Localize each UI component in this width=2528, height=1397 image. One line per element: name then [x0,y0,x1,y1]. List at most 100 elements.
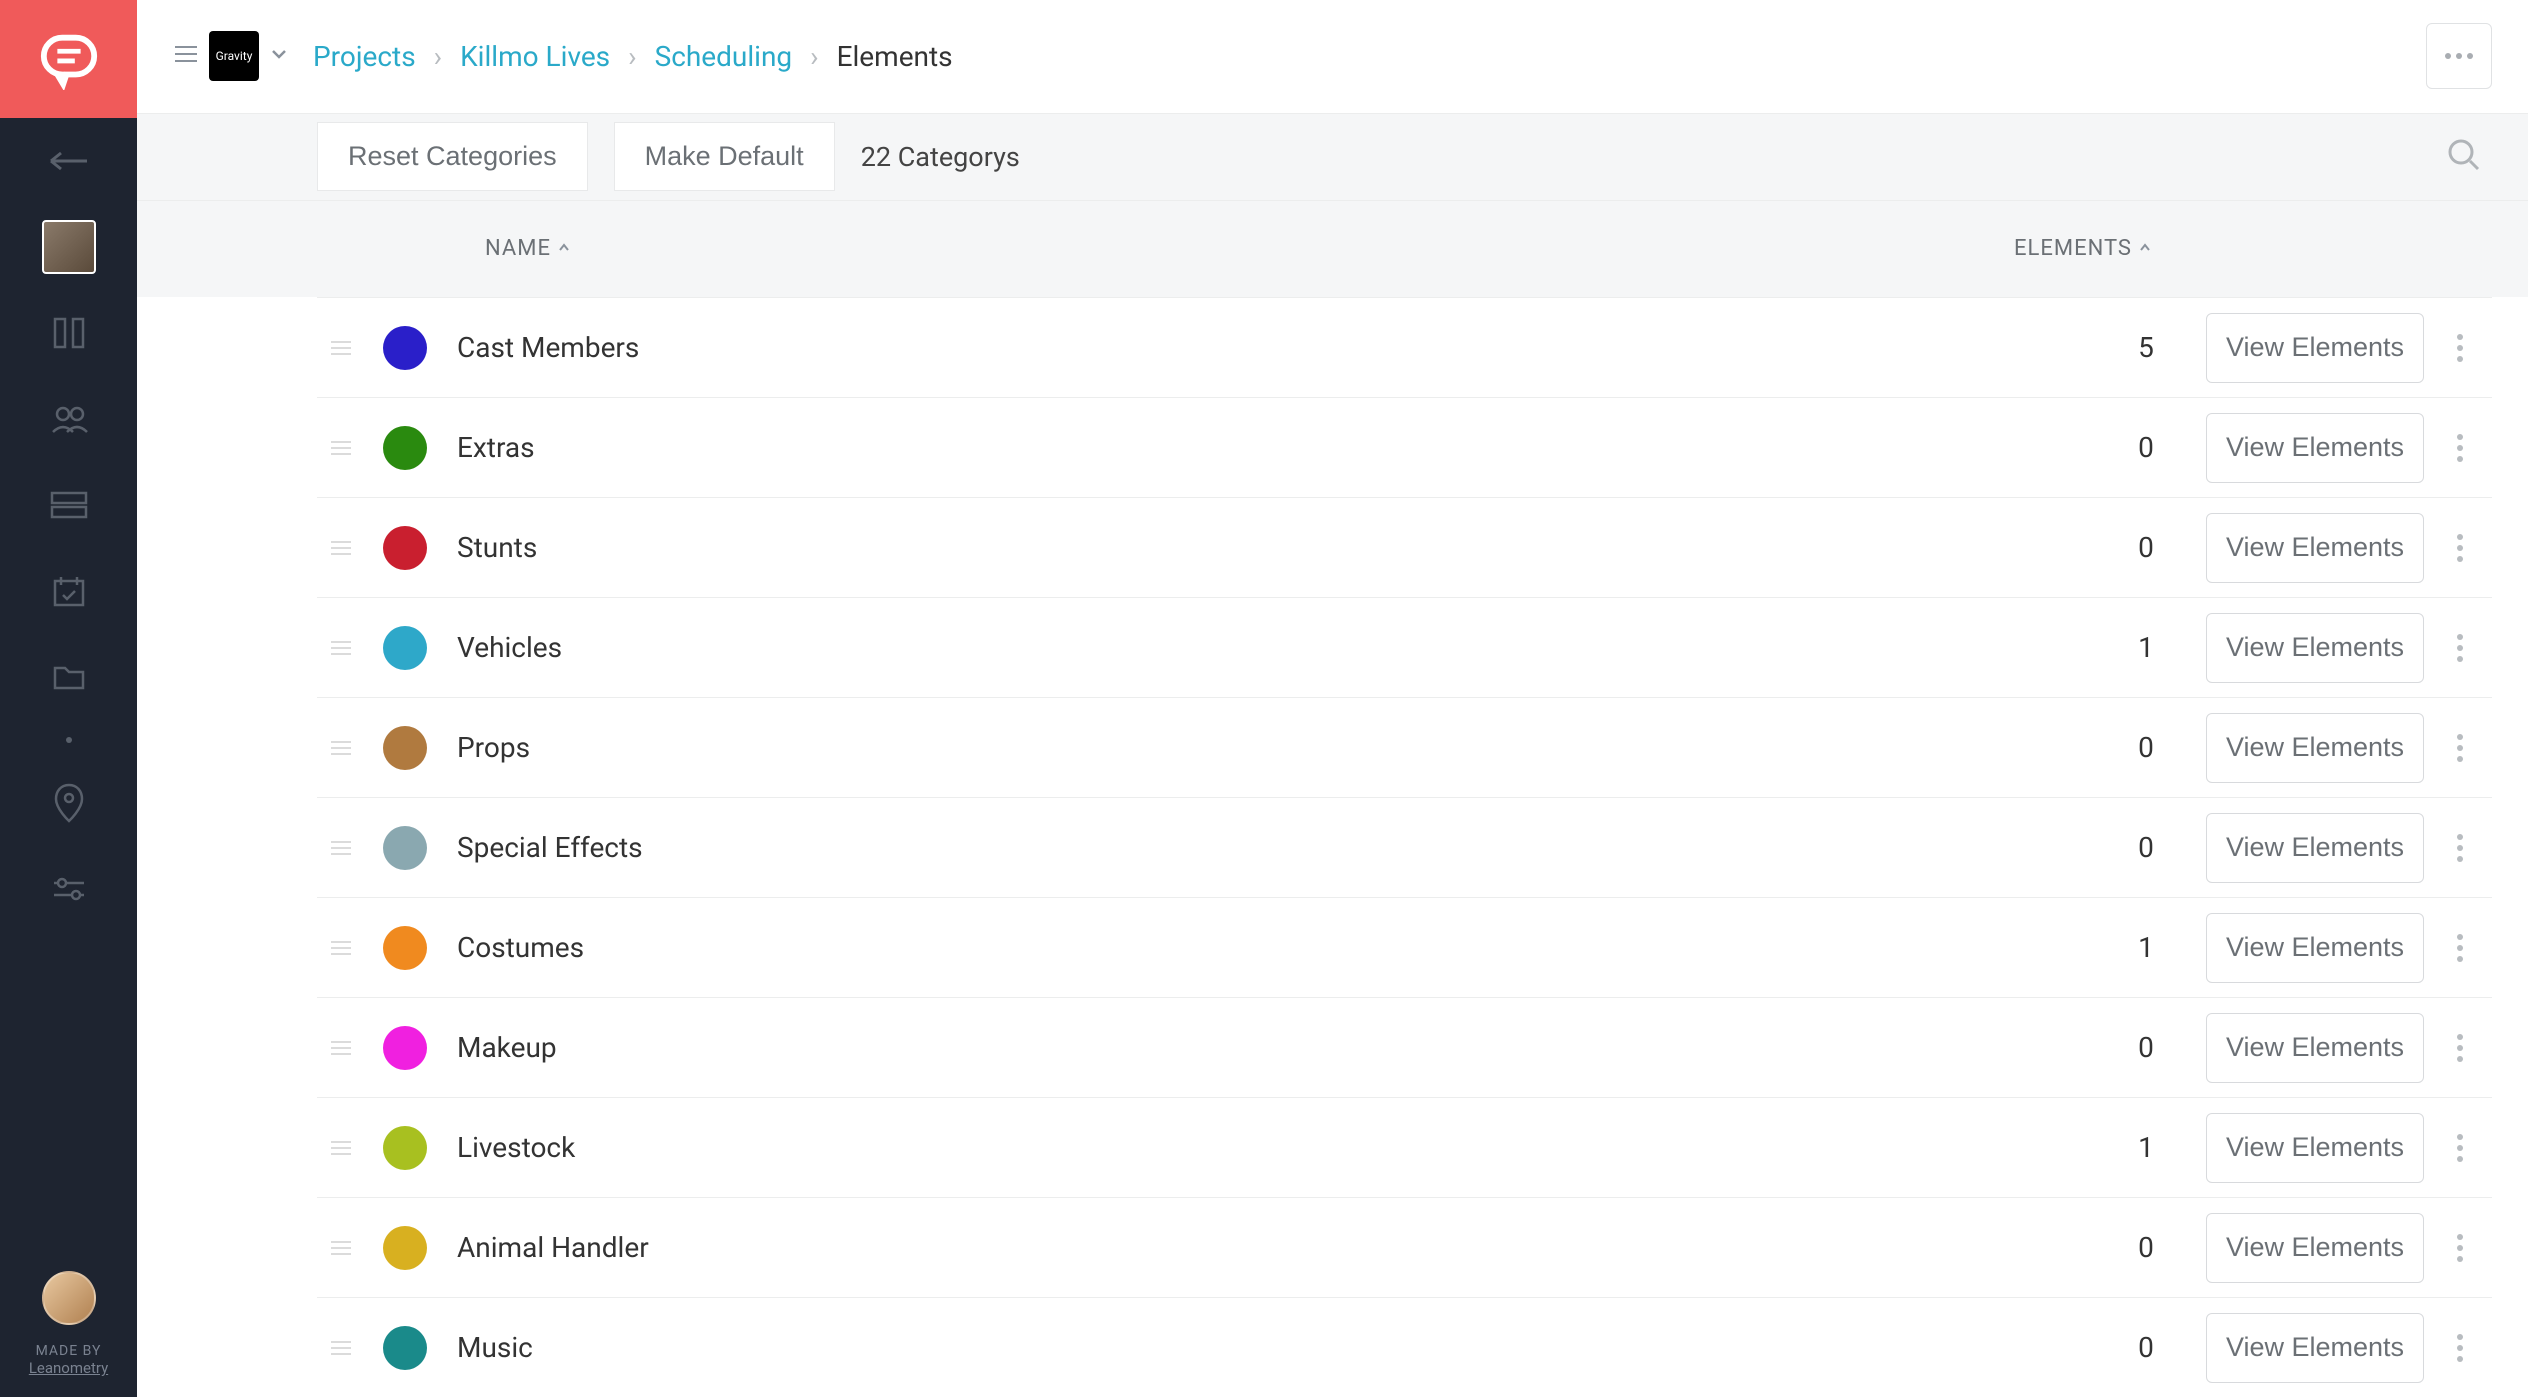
drag-handle-icon[interactable] [317,339,365,357]
element-count: 0 [2086,1231,2206,1264]
drag-handle-icon[interactable] [317,539,365,557]
view-elements-button[interactable]: View Elements [2206,613,2424,683]
nav-list-icon[interactable] [0,462,137,548]
element-count: 0 [2086,431,2206,464]
drag-handle-icon[interactable] [317,1039,365,1057]
drag-handle-icon[interactable] [317,1339,365,1357]
nav-back[interactable] [0,118,137,204]
table-row: Makeup 0 View Elements [317,997,2492,1097]
view-elements-button[interactable]: View Elements [2206,313,2424,383]
view-elements-button[interactable]: View Elements [2206,1013,2424,1083]
column-header-name[interactable]: NAME [317,236,1872,261]
table-row: Special Effects 0 View Elements [317,797,2492,897]
category-name: Stunts [457,531,2086,564]
chevron-down-icon[interactable] [269,44,289,68]
drag-handle-icon[interactable] [317,639,365,657]
table-row: Livestock 1 View Elements [317,1097,2492,1197]
category-name: Vehicles [457,631,2086,664]
element-count: 1 [2086,631,2206,664]
view-elements-button[interactable]: View Elements [2206,1113,2424,1183]
element-count: 0 [2086,1031,2206,1064]
drag-handle-icon[interactable] [317,1139,365,1157]
nav-dot-icon[interactable] [0,720,137,760]
chevron-right-icon: › [628,40,636,73]
category-name: Cast Members [457,331,2086,364]
row-more-button[interactable] [2436,434,2484,462]
category-name: Music [457,1331,2086,1364]
element-count: 5 [2086,331,2206,364]
drag-handle-icon[interactable] [317,1239,365,1257]
category-color-dot [383,1226,427,1270]
drag-handle-icon[interactable] [317,439,365,457]
table-row: Music 0 View Elements [317,1297,2492,1397]
row-more-button[interactable] [2436,1334,2484,1362]
nav-team-icon[interactable] [0,376,137,462]
table-row: Cast Members 5 View Elements [317,297,2492,397]
category-color-dot [383,426,427,470]
reset-categories-button[interactable]: Reset Categories [317,122,588,191]
project-logo[interactable]: Gravity [209,31,259,81]
drag-handle-icon[interactable] [317,839,365,857]
sort-caret-icon [2138,236,2152,261]
chevron-right-icon: › [434,40,442,73]
category-color-dot [383,826,427,870]
more-options-button[interactable] [2426,23,2492,89]
category-color-dot [383,526,427,570]
table-body: Cast Members 5 View Elements Extras 0 Vi… [317,297,2492,1397]
row-more-button[interactable] [2436,334,2484,362]
row-more-button[interactable] [2436,534,2484,562]
nav-boards-icon[interactable] [0,290,137,376]
table-row: Animal Handler 0 View Elements [317,1197,2492,1297]
element-count: 0 [2086,731,2206,764]
table-row: Extras 0 View Elements [317,397,2492,497]
row-more-button[interactable] [2436,834,2484,862]
drag-handle-icon[interactable] [317,739,365,757]
user-avatar[interactable] [0,204,137,290]
element-count: 0 [2086,531,2206,564]
breadcrumb: Projects › Killmo Lives › Scheduling › E… [313,40,953,73]
drag-handle-icon[interactable] [317,939,365,957]
row-more-button[interactable] [2436,734,2484,762]
breadcrumb-current: Elements [837,40,953,73]
category-color-dot [383,926,427,970]
row-more-button[interactable] [2436,1234,2484,1262]
view-elements-button[interactable]: View Elements [2206,913,2424,983]
breadcrumb-projects[interactable]: Projects [313,40,416,73]
row-more-button[interactable] [2436,634,2484,662]
table-row: Stunts 0 View Elements [317,497,2492,597]
made-by-credit: MADE BY Leanometry [29,1343,108,1397]
row-more-button[interactable] [2436,934,2484,962]
breadcrumb-project[interactable]: Killmo Lives [460,40,610,73]
footer-avatar[interactable] [42,1271,96,1325]
category-color-dot [383,726,427,770]
view-elements-button[interactable]: View Elements [2206,513,2424,583]
element-count: 1 [2086,1131,2206,1164]
search-icon[interactable] [2436,127,2492,187]
chevron-right-icon: › [810,40,818,73]
category-name: Extras [457,431,2086,464]
menu-lines-icon[interactable] [173,41,199,71]
nav-folder-icon[interactable] [0,634,137,720]
make-default-button[interactable]: Make Default [614,122,835,191]
topbar: Gravity Projects › Killmo Lives › Schedu… [137,0,2528,114]
nav-settings-icon[interactable] [0,846,137,932]
category-name: Livestock [457,1131,2086,1164]
view-elements-button[interactable]: View Elements [2206,813,2424,883]
breadcrumb-scheduling[interactable]: Scheduling [655,40,793,73]
action-bar: Reset Categories Make Default 22 Categor… [137,114,2528,201]
category-name: Special Effects [457,831,2086,864]
element-count: 1 [2086,931,2206,964]
view-elements-button[interactable]: View Elements [2206,713,2424,783]
nav-calendar-icon[interactable] [0,548,137,634]
app-logo[interactable] [0,0,137,118]
column-header-elements[interactable]: ELEMENTS [1872,236,2152,261]
view-elements-button[interactable]: View Elements [2206,1213,2424,1283]
category-name: Costumes [457,931,2086,964]
row-more-button[interactable] [2436,1134,2484,1162]
category-color-dot [383,326,427,370]
nav-location-icon[interactable] [0,760,137,846]
view-elements-button[interactable]: View Elements [2206,413,2424,483]
row-more-button[interactable] [2436,1034,2484,1062]
view-elements-button[interactable]: View Elements [2206,1313,2424,1383]
table-row: Costumes 1 View Elements [317,897,2492,997]
